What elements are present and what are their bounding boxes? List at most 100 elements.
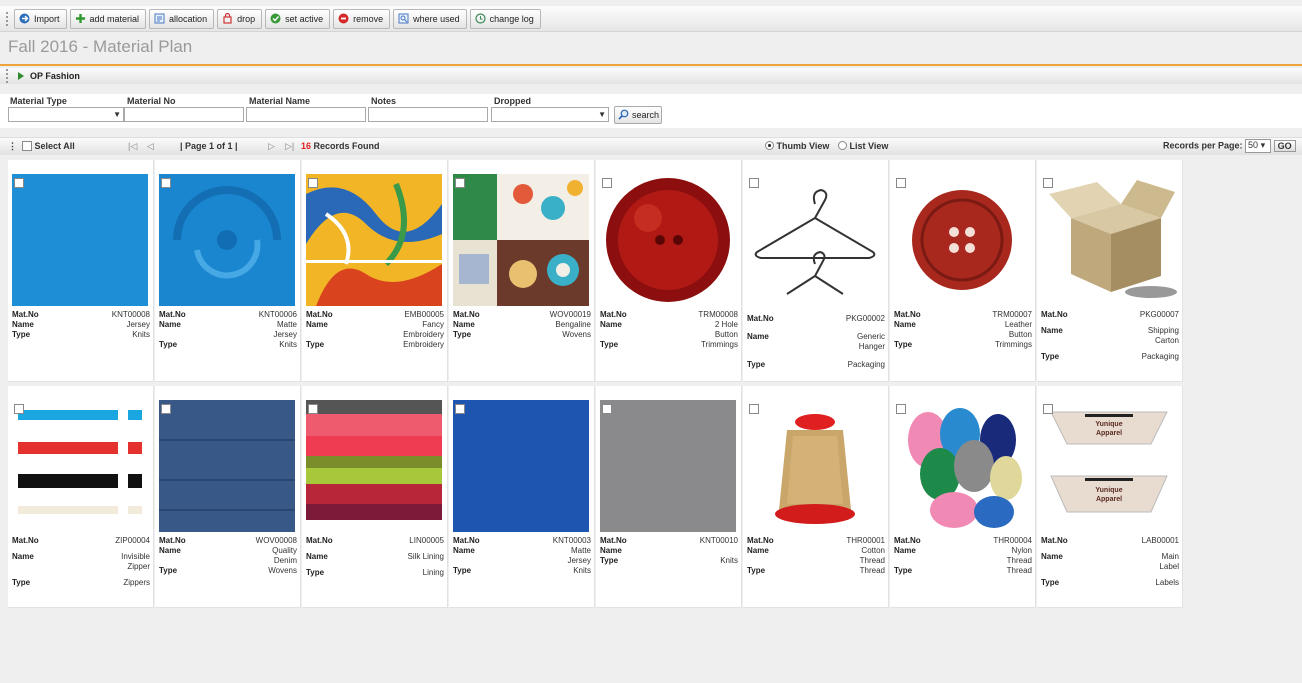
set-active-button[interactable]: set active	[265, 8, 331, 29]
allocation-button[interactable]: allocation	[149, 8, 215, 29]
material-card[interactable]: Mat.No PKG00002 Name Generic Hanger Type Pa…	[743, 160, 889, 382]
mat-no-label: Mat.No	[894, 310, 921, 319]
card-checkbox[interactable]	[161, 404, 171, 414]
material-thumbnail[interactable]	[894, 400, 1030, 532]
material-thumbnail[interactable]	[159, 174, 295, 306]
type-label: Type	[1041, 352, 1060, 361]
drop-button[interactable]: drop	[217, 8, 263, 29]
material-card[interactable]: Yunique Apparel Yunique Apparel Mat.No LA…	[1037, 386, 1183, 608]
thumb-view-option[interactable]: Thumb View	[765, 141, 829, 151]
material-card[interactable]: Mat.No EMB00005 Name Fancy Embroidery Type…	[302, 160, 448, 382]
card-checkbox[interactable]	[749, 404, 759, 414]
select-all[interactable]: Select All	[22, 141, 75, 151]
material-thumbnail[interactable]	[894, 174, 1030, 306]
material-card[interactable]: Mat.No WOV00008 Name Quality Denim Type Wov…	[155, 386, 301, 608]
material-name-input[interactable]	[246, 107, 366, 122]
where-used-icon	[398, 13, 409, 24]
set-active-label: set active	[285, 13, 324, 24]
name-label: Name	[159, 546, 181, 555]
material-card[interactable]: Mat.No WOV00019 Name Bengaline Type Wovens	[449, 160, 595, 382]
material-thumbnail[interactable]	[600, 174, 736, 306]
card-checkbox[interactable]	[602, 404, 612, 414]
material-thumbnail[interactable]	[600, 400, 736, 532]
import-icon	[19, 13, 30, 24]
records-per-page-value: 50	[1248, 140, 1259, 150]
card-checkbox[interactable]	[602, 178, 612, 188]
material-thumbnail[interactable]	[453, 174, 589, 306]
material-card[interactable]: Mat.No THR00001 Name Cotton Thread Type Thr…	[743, 386, 889, 608]
name-value: Silk Lining	[407, 552, 444, 561]
material-thumbnail[interactable]	[306, 174, 442, 306]
card-checkbox[interactable]	[1043, 178, 1053, 188]
material-thumbnail[interactable]: Yunique Apparel Yunique Apparel	[1041, 400, 1177, 532]
remove-button[interactable]: remove	[333, 8, 391, 29]
add-material-button[interactable]: add material	[69, 8, 147, 29]
card-checkbox[interactable]	[896, 178, 906, 188]
import-button[interactable]: Import	[14, 8, 67, 29]
material-meta: Mat.No LIN00005 Name Silk Lining Type Linin…	[306, 536, 444, 578]
last-page-icon[interactable]: ▷|	[285, 141, 294, 152]
material-thumbnail[interactable]	[747, 174, 883, 306]
where-used-button[interactable]: where used	[393, 8, 467, 29]
card-checkbox[interactable]	[14, 178, 24, 188]
name-label: Name	[306, 320, 328, 329]
card-checkbox[interactable]	[308, 404, 318, 414]
material-card[interactable]: Mat.No KNT00008 Name Jersey Type Knits	[8, 160, 154, 382]
label-brand-text: Yunique Apparel	[1095, 421, 1123, 437]
card-checkbox[interactable]	[749, 178, 759, 188]
mat-no-label: Mat.No	[12, 536, 39, 545]
dropped-select[interactable]: ▼	[491, 107, 609, 122]
material-card[interactable]: Mat.No TRM00007 Name Leather Button Type Tr…	[890, 160, 1036, 382]
select-all-checkbox[interactable]	[22, 141, 32, 151]
prev-page-icon[interactable]: ◁	[147, 141, 154, 152]
name-value: Bengaline	[555, 320, 591, 329]
next-page-icon[interactable]: ▷	[268, 141, 275, 152]
material-no-input[interactable]	[124, 107, 244, 122]
material-thumbnail[interactable]	[453, 400, 589, 532]
go-button[interactable]: GO	[1273, 140, 1296, 152]
card-checkbox[interactable]	[1043, 404, 1053, 414]
card-checkbox[interactable]	[896, 404, 906, 414]
material-thumbnail[interactable]	[12, 174, 148, 306]
card-checkbox[interactable]	[308, 178, 318, 188]
material-card[interactable]: Mat.No ZIP00004 Name Invisible Zipper Type…	[8, 386, 154, 608]
material-thumbnail[interactable]	[12, 400, 148, 532]
material-thumbnail[interactable]	[747, 400, 883, 532]
card-checkbox[interactable]	[161, 178, 171, 188]
name-value: Generic Hanger	[856, 332, 885, 351]
card-checkbox[interactable]	[455, 404, 465, 414]
material-thumbnail[interactable]	[159, 400, 295, 532]
material-card[interactable]: Mat.No KNT00010 Name Type Knits	[596, 386, 742, 608]
records-per-page-select[interactable]: 50 ▾	[1245, 139, 1272, 153]
material-card[interactable]: Mat.No PKG00007 Name Shipping Carton Type P…	[1037, 160, 1183, 382]
mat-no-value: ZIP00004	[115, 536, 150, 545]
first-page-icon[interactable]: |◁	[128, 141, 137, 152]
material-card[interactable]: Mat.No KNT00003 Name Matte Jersey Type Knit…	[449, 386, 595, 608]
list-view-option[interactable]: List View	[838, 141, 888, 151]
expand-triangle-icon[interactable]	[18, 72, 24, 80]
list-view-radio[interactable]	[838, 141, 847, 150]
mat-no-label: Mat.No	[894, 536, 921, 545]
type-value: Knits	[132, 330, 150, 339]
material-card[interactable]: Mat.No KNT00006 Name Matte Jersey Type Knit…	[155, 160, 301, 382]
records-count: 16	[301, 141, 312, 151]
mat-no-value: WOV00019	[549, 310, 591, 319]
type-value: Labels	[1155, 578, 1179, 587]
select-all-label: Select All	[34, 141, 75, 151]
card-checkbox[interactable]	[455, 178, 465, 188]
card-checkbox[interactable]	[14, 404, 24, 414]
section-bar[interactable]: OP Fashion	[0, 68, 1302, 84]
search-button[interactable]: search	[614, 106, 662, 124]
material-thumbnail[interactable]	[1041, 174, 1177, 306]
material-card[interactable]: Mat.No TRM00008 Name 2 Hole Button Type Tri…	[596, 160, 742, 382]
type-value: Knits	[279, 340, 297, 349]
material-thumbnail[interactable]	[306, 400, 442, 532]
name-label: Name	[894, 546, 916, 555]
thumb-view-radio[interactable]	[765, 141, 774, 150]
change-log-button[interactable]: change log	[469, 8, 541, 29]
material-type-select[interactable]: ▼	[8, 107, 124, 122]
material-card[interactable]: Mat.No LIN00005 Name Silk Lining Type Linin…	[302, 386, 448, 608]
type-value: Packaging	[1141, 352, 1179, 361]
notes-input[interactable]	[368, 107, 488, 122]
material-card[interactable]: Mat.No THR00004 Name Nylon Thread Type Thre…	[890, 386, 1036, 608]
